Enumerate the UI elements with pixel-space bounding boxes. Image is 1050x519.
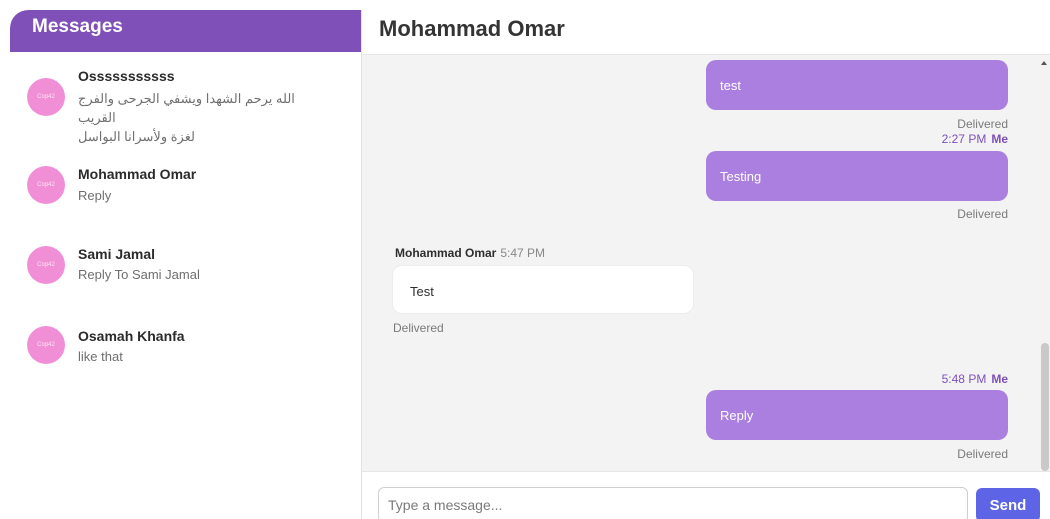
conversation-item-osssssssssss[interactable]: Cop42 Osssssssssss الله يرحم الشهدا ويشف… [10, 52, 362, 144]
message-time: 5:48 PM [941, 372, 987, 386]
scroll-up-arrow-icon[interactable] [1041, 61, 1047, 65]
chat-panel: Mohammad Omar test Delivered 2:27 PM Me T… [362, 10, 1050, 519]
conversation-preview: الله يرحم الشهدا ويشفي الجرحى والفرج الق… [78, 89, 333, 146]
outgoing-message-bubble: Reply [706, 390, 1008, 440]
avatar: Cop42 [27, 326, 65, 364]
message-time: 2:27 PM [941, 132, 987, 146]
chat-header: Mohammad Omar [362, 10, 1050, 55]
message-meta: 2:27 PM Me [942, 132, 1008, 146]
sidebar-title: Messages [10, 10, 361, 52]
conversation-preview-line: الله يرحم الشهدا ويشفي الجرحى والفرج الق… [78, 91, 295, 125]
send-button[interactable]: Send [976, 488, 1040, 519]
conversation-sidebar: Messages Cop42 Osssssssssss الله يرحم ال… [10, 10, 362, 519]
message-sender: Mohammad Omar [395, 246, 497, 260]
conversation-preview: like that [78, 349, 123, 364]
message-sender: Me [991, 132, 1008, 146]
delivery-status: Delivered [957, 447, 1008, 461]
scrollbar-thumb[interactable] [1041, 343, 1049, 471]
conversation-preview-line: لغزة ولأسرانا البواسل [78, 129, 195, 144]
delivery-status: Delivered [957, 207, 1008, 221]
outgoing-message-bubble: test [706, 60, 1008, 110]
delivery-status: Delivered [393, 321, 444, 335]
message-list-scrollbar[interactable] [1039, 55, 1050, 471]
incoming-message-bubble: Test [392, 265, 694, 314]
conversation-item-mohammad-omar[interactable]: Cop42 Mohammad Omar Reply [10, 156, 362, 236]
message-composer: Send [362, 471, 1050, 519]
avatar: Cop42 [27, 166, 65, 204]
avatar: Cop42 [27, 246, 65, 284]
message-sender: Me [991, 372, 1008, 386]
message-meta: 5:48 PM Me [942, 372, 1008, 386]
conversation-name: Sami Jamal [78, 246, 156, 262]
outgoing-message-bubble: Testing [706, 151, 1008, 201]
conversation-preview: Reply [78, 188, 112, 203]
chat-title: Mohammad Omar [379, 16, 565, 41]
message-meta: Mohammad Omar 5:47 PM [395, 246, 545, 260]
conversation-item-sami-jamal[interactable]: Cop42 Sami Jamal Reply To Sami Jamal [10, 236, 362, 316]
conversation-name: Osssssssssss [78, 68, 175, 84]
message-input[interactable] [378, 487, 968, 519]
conversation-item-osamah-khanfa[interactable]: Cop42 Osamah Khanfa like that [10, 316, 362, 396]
conversation-name: Osamah Khanfa [78, 328, 185, 344]
message-time: 5:47 PM [500, 246, 546, 260]
avatar: Cop42 [27, 78, 65, 116]
delivery-status: Delivered [957, 117, 1008, 131]
app-window: Messages Cop42 Osssssssssss الله يرحم ال… [10, 10, 1050, 519]
conversation-preview: Reply To Sami Jamal [78, 267, 200, 282]
conversation-name: Mohammad Omar [78, 166, 197, 182]
